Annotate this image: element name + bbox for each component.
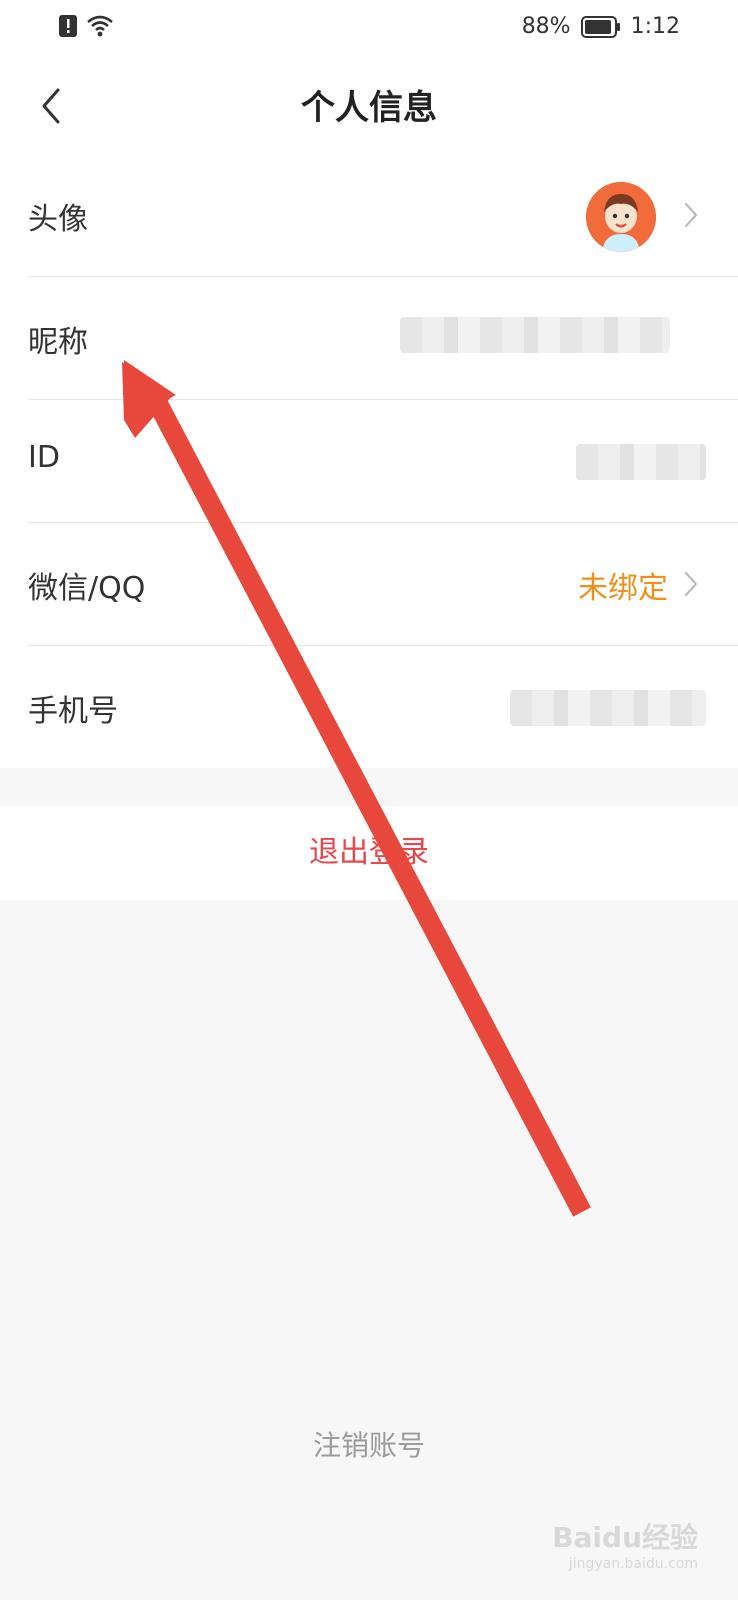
profile-info-list: 头像 昵称 ID 微信/QQ 未绑定 手机号 [0, 154, 738, 768]
status-left [58, 14, 114, 38]
watermark-brand: Baidu经验 [552, 1521, 698, 1554]
avatar[interactable] [586, 182, 656, 252]
id-value-blurred [576, 444, 706, 480]
row-label-phone: 手机号 [28, 694, 118, 729]
watermark: Baidu经验 jingyan.baidu.com [552, 1516, 698, 1572]
phone-value-blurred [510, 690, 706, 726]
battery-icon [580, 15, 620, 38]
nickname-value-blurred [400, 317, 670, 353]
battery-percent: 88% [521, 14, 571, 39]
wifi-icon [87, 15, 113, 37]
cancel-account-button[interactable]: 注销账号 [0, 1424, 738, 1464]
row-phone: 手机号 [28, 646, 738, 768]
row-label-wechat-qq: 微信/QQ [28, 571, 146, 606]
row-label-avatar: 头像 [28, 202, 88, 237]
status-right: 88% 1:12 [522, 14, 680, 39]
status-bar: 88% 1:12 [0, 0, 738, 56]
alert-icon [59, 15, 77, 37]
chevron-right-icon [684, 202, 698, 228]
clock: 1:12 [630, 14, 680, 39]
watermark-url: jingyan.baidu.com [568, 1556, 698, 1572]
logout-button[interactable]: 退出登录 [0, 806, 738, 900]
row-nickname[interactable]: 昵称 [28, 277, 738, 400]
nav-bar: 个人信息 [0, 56, 738, 154]
avatar-face-icon [586, 182, 656, 252]
binding-status: 未绑定 [578, 571, 668, 606]
row-id: ID [28, 400, 738, 523]
row-wechat-qq[interactable]: 微信/QQ 未绑定 [28, 523, 738, 646]
chevron-right-icon [684, 571, 698, 597]
row-avatar[interactable]: 头像 [28, 154, 738, 277]
page-title: 个人信息 [301, 88, 437, 128]
row-label-nickname: 昵称 [28, 325, 88, 360]
row-label-id: ID [28, 440, 60, 475]
